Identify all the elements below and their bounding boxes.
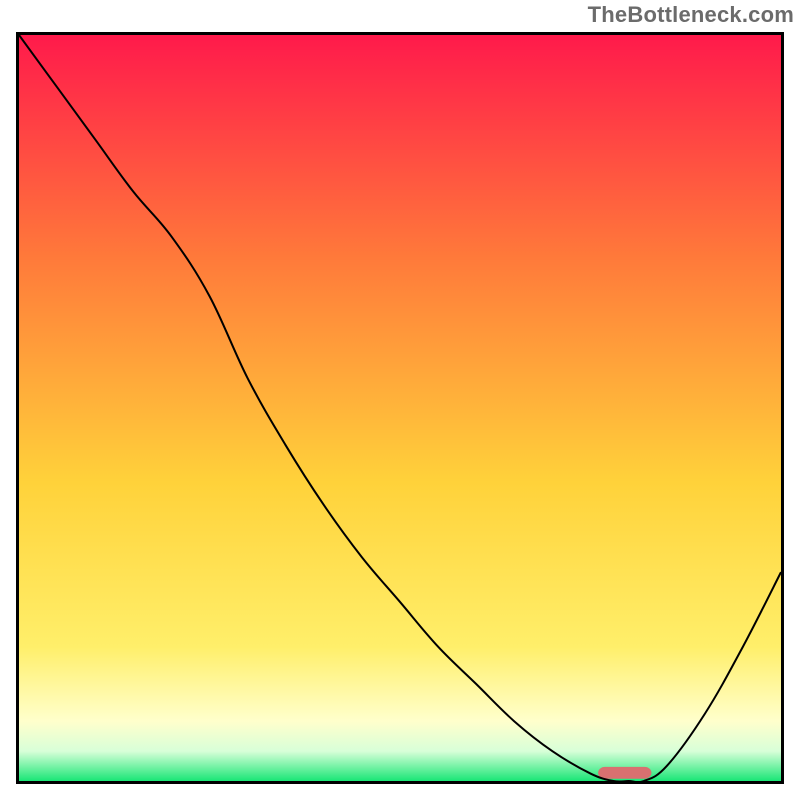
optimum-marker <box>598 767 651 779</box>
bottleneck-curve-chart <box>19 35 781 781</box>
chart-background-gradient <box>19 35 781 781</box>
chart-frame <box>16 32 784 784</box>
watermark-text: TheBottleneck.com <box>588 2 794 28</box>
